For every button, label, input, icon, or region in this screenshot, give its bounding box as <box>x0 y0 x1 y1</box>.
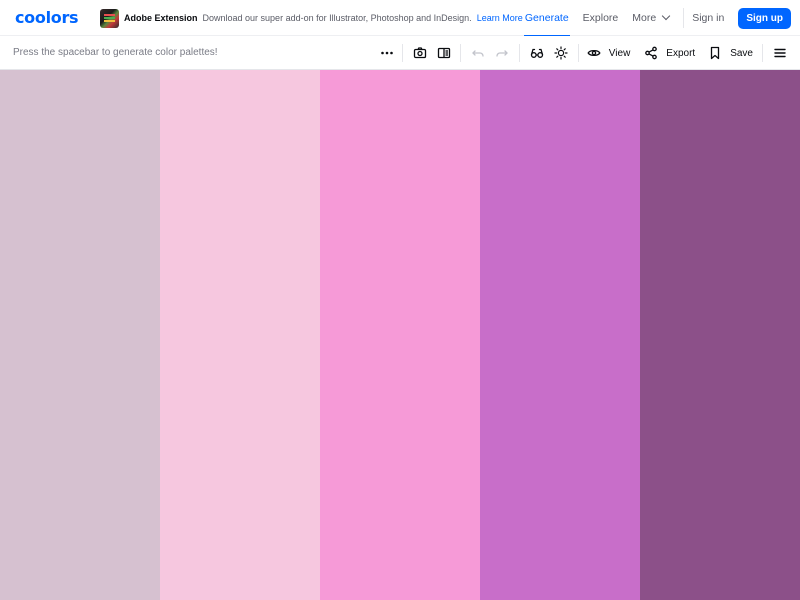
color-swatch-2[interactable] <box>160 70 320 600</box>
promo-banner[interactable]: Adobe Extension Download our super add-o… <box>100 8 523 28</box>
nav-tab-explore[interactable]: Explore <box>576 0 626 36</box>
view-label: View <box>608 47 631 59</box>
eye-icon <box>587 49 601 57</box>
camera-icon <box>413 47 426 59</box>
hamburger-menu-icon <box>774 48 786 58</box>
redo-button[interactable] <box>490 36 519 70</box>
chevron-down-icon <box>661 11 671 21</box>
color-swatch-4[interactable] <box>480 70 640 600</box>
nav-tab-generate-label: Generate <box>524 12 569 24</box>
sign-up-label: Sign up <box>746 12 783 24</box>
nav-tab-more-label: More <box>632 12 657 24</box>
screenshot-button[interactable] <box>403 36 432 70</box>
sign-up-button[interactable]: Sign up <box>738 7 791 29</box>
bookmark-icon <box>711 46 720 60</box>
sun-icon <box>554 46 568 60</box>
nav-divider <box>683 8 685 28</box>
share-icon <box>645 46 658 60</box>
color-blindness-button[interactable] <box>520 36 549 70</box>
color-swatch-5[interactable] <box>640 70 800 600</box>
redo-icon <box>496 50 508 57</box>
sign-in-link[interactable]: Sign in <box>692 12 724 24</box>
color-swatch-1[interactable] <box>0 70 160 600</box>
export-button[interactable]: Export <box>639 36 704 70</box>
layout-icon <box>437 47 450 59</box>
top-navbar: coolors Adobe Extension Download our sup… <box>0 0 800 37</box>
view-button[interactable]: View <box>579 36 640 70</box>
nav-right: Generate Explore More Sign in Sign up <box>518 0 791 37</box>
toolbar: Press the spacebar to generate color pal… <box>0 36 800 70</box>
promo-text: Download our super add-on for Illustrato… <box>202 13 472 23</box>
save-button[interactable]: Save <box>704 36 762 70</box>
color-palette <box>0 70 800 600</box>
undo-button[interactable] <box>461 36 490 70</box>
glasses-icon <box>530 48 543 58</box>
nav-tab-generate[interactable]: Generate <box>518 0 576 37</box>
adjust-palette-button[interactable] <box>549 36 578 70</box>
undo-icon <box>472 50 484 57</box>
adobe-extension-thumbnail-icon <box>100 8 119 28</box>
learn-more-link[interactable]: Learn More <box>477 13 523 23</box>
color-swatch-3[interactable] <box>320 70 480 600</box>
main-menu-button[interactable] <box>763 36 800 70</box>
more-options-button[interactable] <box>372 36 402 70</box>
toolbar-actions: View Export Save <box>372 36 800 70</box>
more-options-icon <box>380 51 393 55</box>
promo-title: Adobe Extension <box>124 13 198 23</box>
layout-button[interactable] <box>432 36 460 70</box>
coolors-logo[interactable]: coolors <box>15 8 79 28</box>
save-label: Save <box>730 47 753 59</box>
export-label: Export <box>666 47 696 59</box>
spacebar-hint: Press the spacebar to generate color pal… <box>13 47 218 58</box>
nav-tab-more[interactable]: More <box>625 0 676 36</box>
nav-tab-explore-label: Explore <box>582 12 619 24</box>
